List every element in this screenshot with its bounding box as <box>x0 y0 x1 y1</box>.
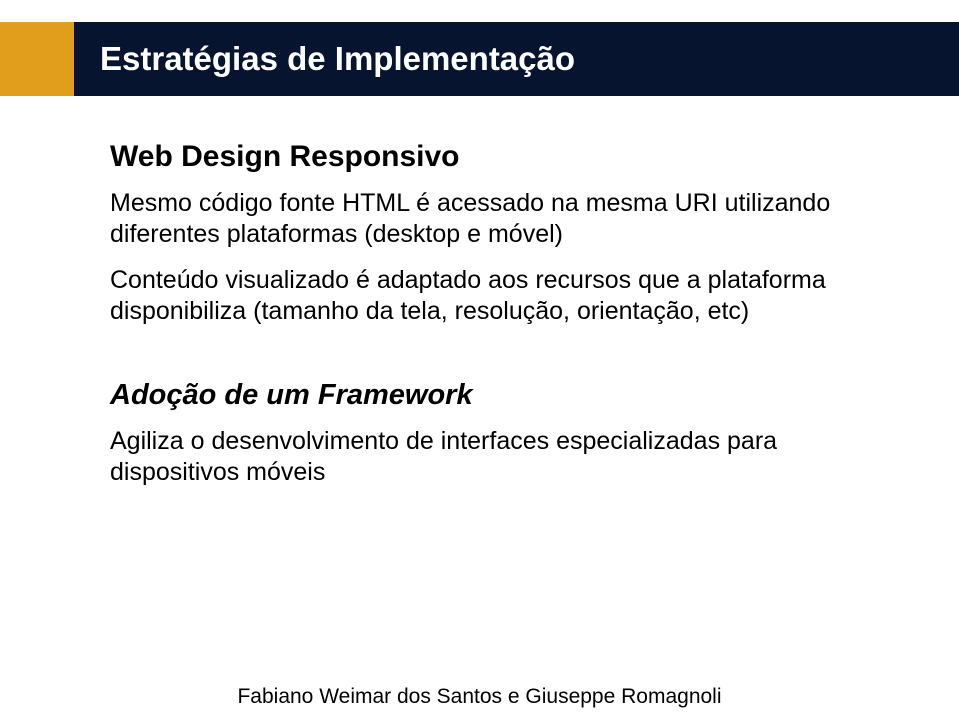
slide-title: Estratégias de Implementação <box>100 40 575 78</box>
slide-content: Web Design Responsivo Mesmo código fonte… <box>110 140 899 503</box>
slide: Estratégias de Implementação Web Design … <box>0 0 959 719</box>
accent-block <box>0 22 74 96</box>
slide-footer: Fabiano Weimar dos Santos e Giuseppe Rom… <box>0 685 959 709</box>
paragraph-1: Mesmo código fonte HTML é acessado na me… <box>110 188 899 251</box>
slide-header: Estratégias de Implementação <box>0 22 959 96</box>
paragraph-3: Agiliza o desenvolvimento de interfaces … <box>110 426 899 489</box>
title-bar: Estratégias de Implementação <box>74 22 959 96</box>
paragraph-2: Conteúdo visualizado é adaptado aos recu… <box>110 265 899 328</box>
section-heading-2: Adoção de um Framework <box>110 379 899 412</box>
footer-text: Fabiano Weimar dos Santos e Giuseppe Rom… <box>237 685 721 708</box>
section-heading-1: Web Design Responsivo <box>110 140 899 174</box>
